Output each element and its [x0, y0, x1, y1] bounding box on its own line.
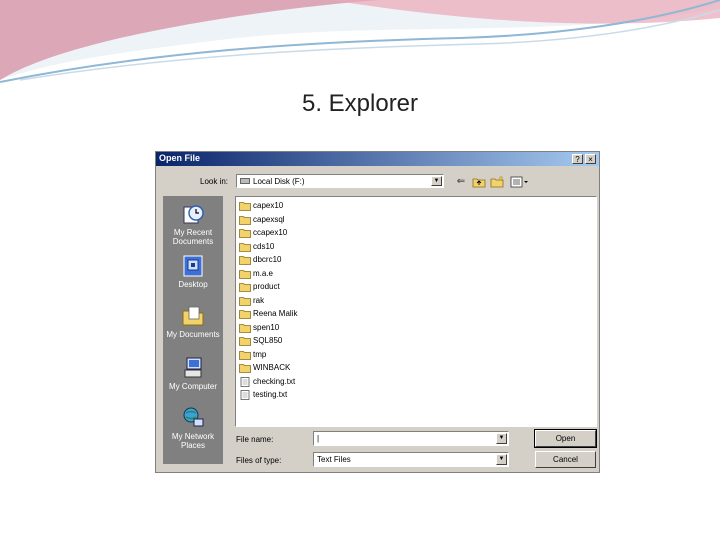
decorative-swoosh [0, 0, 720, 83]
folder-icon [239, 296, 251, 306]
place-label: My Network Places [171, 432, 215, 450]
folder-icon [239, 363, 251, 373]
cancel-button[interactable]: Cancel [535, 451, 596, 468]
look-in-value: Local Disk (F:) [253, 177, 305, 186]
place-my-network-places[interactable]: My Network Places [163, 406, 223, 450]
help-button[interactable]: ? [572, 154, 583, 164]
place-label: My Computer [168, 382, 217, 391]
folder-icon [239, 215, 251, 225]
place-my-recent-documents[interactable]: My Recent Documents [163, 202, 223, 246]
chevron-down-icon[interactable]: ▼ [496, 454, 507, 465]
place-my-documents[interactable]: My Documents [163, 304, 223, 339]
folder-icon [239, 228, 251, 238]
text-file-icon [239, 376, 251, 387]
file-name-value: | [317, 434, 320, 443]
chevron-down-icon[interactable]: ▼ [496, 433, 507, 444]
folder-icon [239, 350, 251, 360]
place-my-computer[interactable]: My Computer [163, 356, 223, 391]
folder-icon [239, 201, 251, 211]
slide-title: 5. Explorer [301, 90, 419, 117]
files-of-type-label: Files of type: [236, 456, 282, 465]
file-name-input[interactable]: | ▼ [313, 431, 509, 446]
text-file-icon [239, 390, 251, 400]
file-name-label: File name: [236, 435, 274, 444]
chevron-down-icon[interactable]: ▼ [431, 176, 442, 186]
look-in-label: Look in: [200, 177, 229, 186]
files-of-type-dropdown[interactable]: Text Files ▼ [313, 452, 509, 467]
look-in-dropdown[interactable]: Local Disk (F:) ▼ [236, 174, 444, 188]
place-label: My Documents [166, 330, 220, 339]
back-icon[interactable]: ⇐ [454, 176, 468, 188]
place-label: Desktop [178, 280, 208, 289]
open-button[interactable]: Open [534, 429, 597, 448]
network-places-icon [181, 406, 205, 430]
folder-icon [239, 323, 251, 333]
place-label: My Recent Documents [172, 228, 214, 246]
desktop-icon [181, 254, 205, 278]
my-documents-icon [181, 304, 205, 328]
folder-icon [239, 309, 251, 319]
folder-icon [239, 242, 251, 252]
folder-icon [239, 282, 251, 292]
files-of-type-value: Text Files [317, 455, 351, 464]
views-menu-icon[interactable] [510, 176, 530, 188]
close-button[interactable]: × [585, 154, 596, 164]
my-computer-icon [181, 356, 205, 380]
folder-icon [239, 336, 251, 346]
places-bar: My Recent Documents Desktop My Documents… [163, 196, 223, 464]
dialog-titlebar[interactable]: Open File ? × [156, 152, 599, 166]
open-file-dialog: Open File ? × Look in: Local Disk (F:) ▼… [155, 151, 600, 473]
file-list[interactable]: capex10 capexsql ccapex10 cds10 dbcrc10 … [235, 196, 597, 427]
new-folder-icon[interactable] [490, 175, 504, 188]
recent-documents-icon [181, 202, 205, 226]
up-folder-icon[interactable] [472, 176, 486, 188]
folder-icon [239, 269, 251, 279]
drive-icon [240, 178, 250, 184]
folder-icon [239, 255, 251, 265]
place-desktop[interactable]: Desktop [163, 254, 223, 289]
dialog-title: Open File [159, 153, 201, 163]
